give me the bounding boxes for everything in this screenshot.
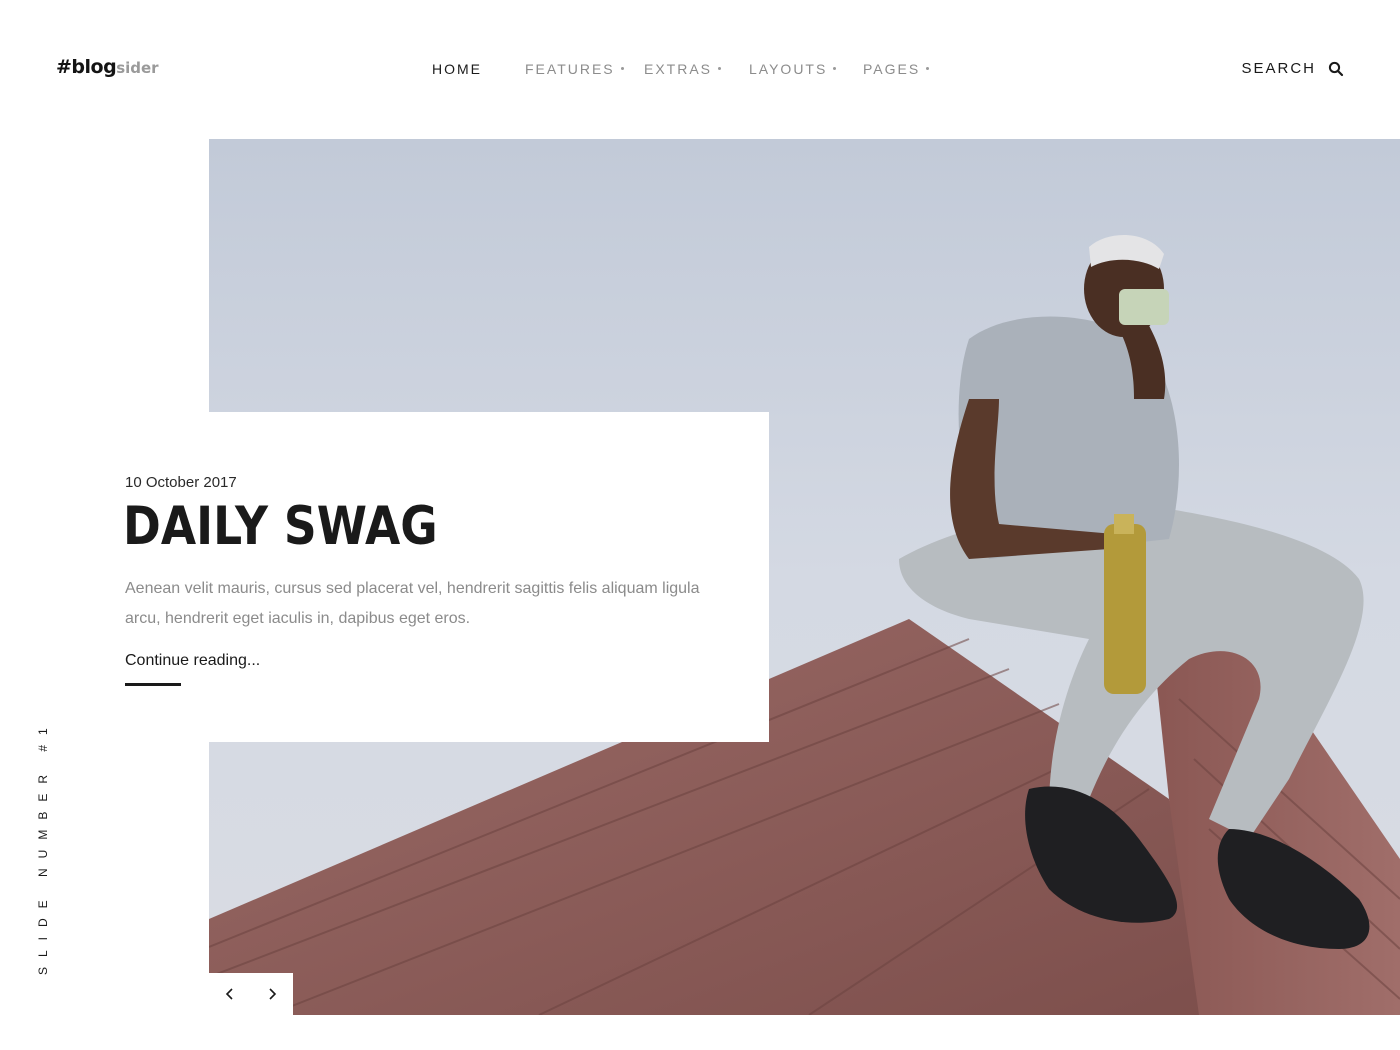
search-button[interactable]: SEARCH	[1241, 60, 1344, 77]
search-icon	[1328, 61, 1344, 76]
nav-label: HOME	[432, 61, 482, 77]
chevron-right-icon	[269, 988, 277, 1000]
nav-item-layouts[interactable]: LAYOUTS	[749, 61, 837, 77]
nav-item-home[interactable]: HOME	[432, 61, 482, 77]
nav-label: LAYOUTS	[749, 61, 828, 77]
nav-label: PAGES	[863, 61, 921, 77]
nav-label: FEATURES	[525, 61, 615, 77]
search-label: SEARCH	[1241, 60, 1316, 77]
chevron-left-icon	[225, 988, 233, 1000]
post-title[interactable]: DAILY SWAG	[123, 496, 438, 557]
dropdown-dot-icon	[833, 66, 837, 70]
read-more-underline	[125, 683, 181, 686]
continue-reading-link[interactable]: Continue reading...	[125, 652, 260, 670]
nav-label: EXTRAS	[644, 61, 713, 77]
slide-number: SLIDE NUMBER #1	[36, 718, 50, 975]
nav-item-extras[interactable]: EXTRAS	[644, 61, 722, 77]
nav-item-pages[interactable]: PAGES	[863, 61, 930, 77]
post-date: 10 October 2017	[125, 474, 237, 491]
next-slide-button[interactable]	[251, 973, 293, 1015]
slider-controls	[209, 973, 293, 1015]
prev-slide-button[interactable]	[209, 973, 251, 1015]
main-nav: HOME FEATURES EXTRAS LAYOUTS PAGES	[0, 61, 1400, 81]
dropdown-dot-icon	[926, 66, 930, 70]
dropdown-dot-icon	[620, 66, 624, 70]
nav-item-features[interactable]: FEATURES	[525, 61, 624, 77]
dropdown-dot-icon	[718, 66, 722, 70]
post-excerpt: Aenean velit mauris, cursus sed placerat…	[125, 580, 700, 627]
